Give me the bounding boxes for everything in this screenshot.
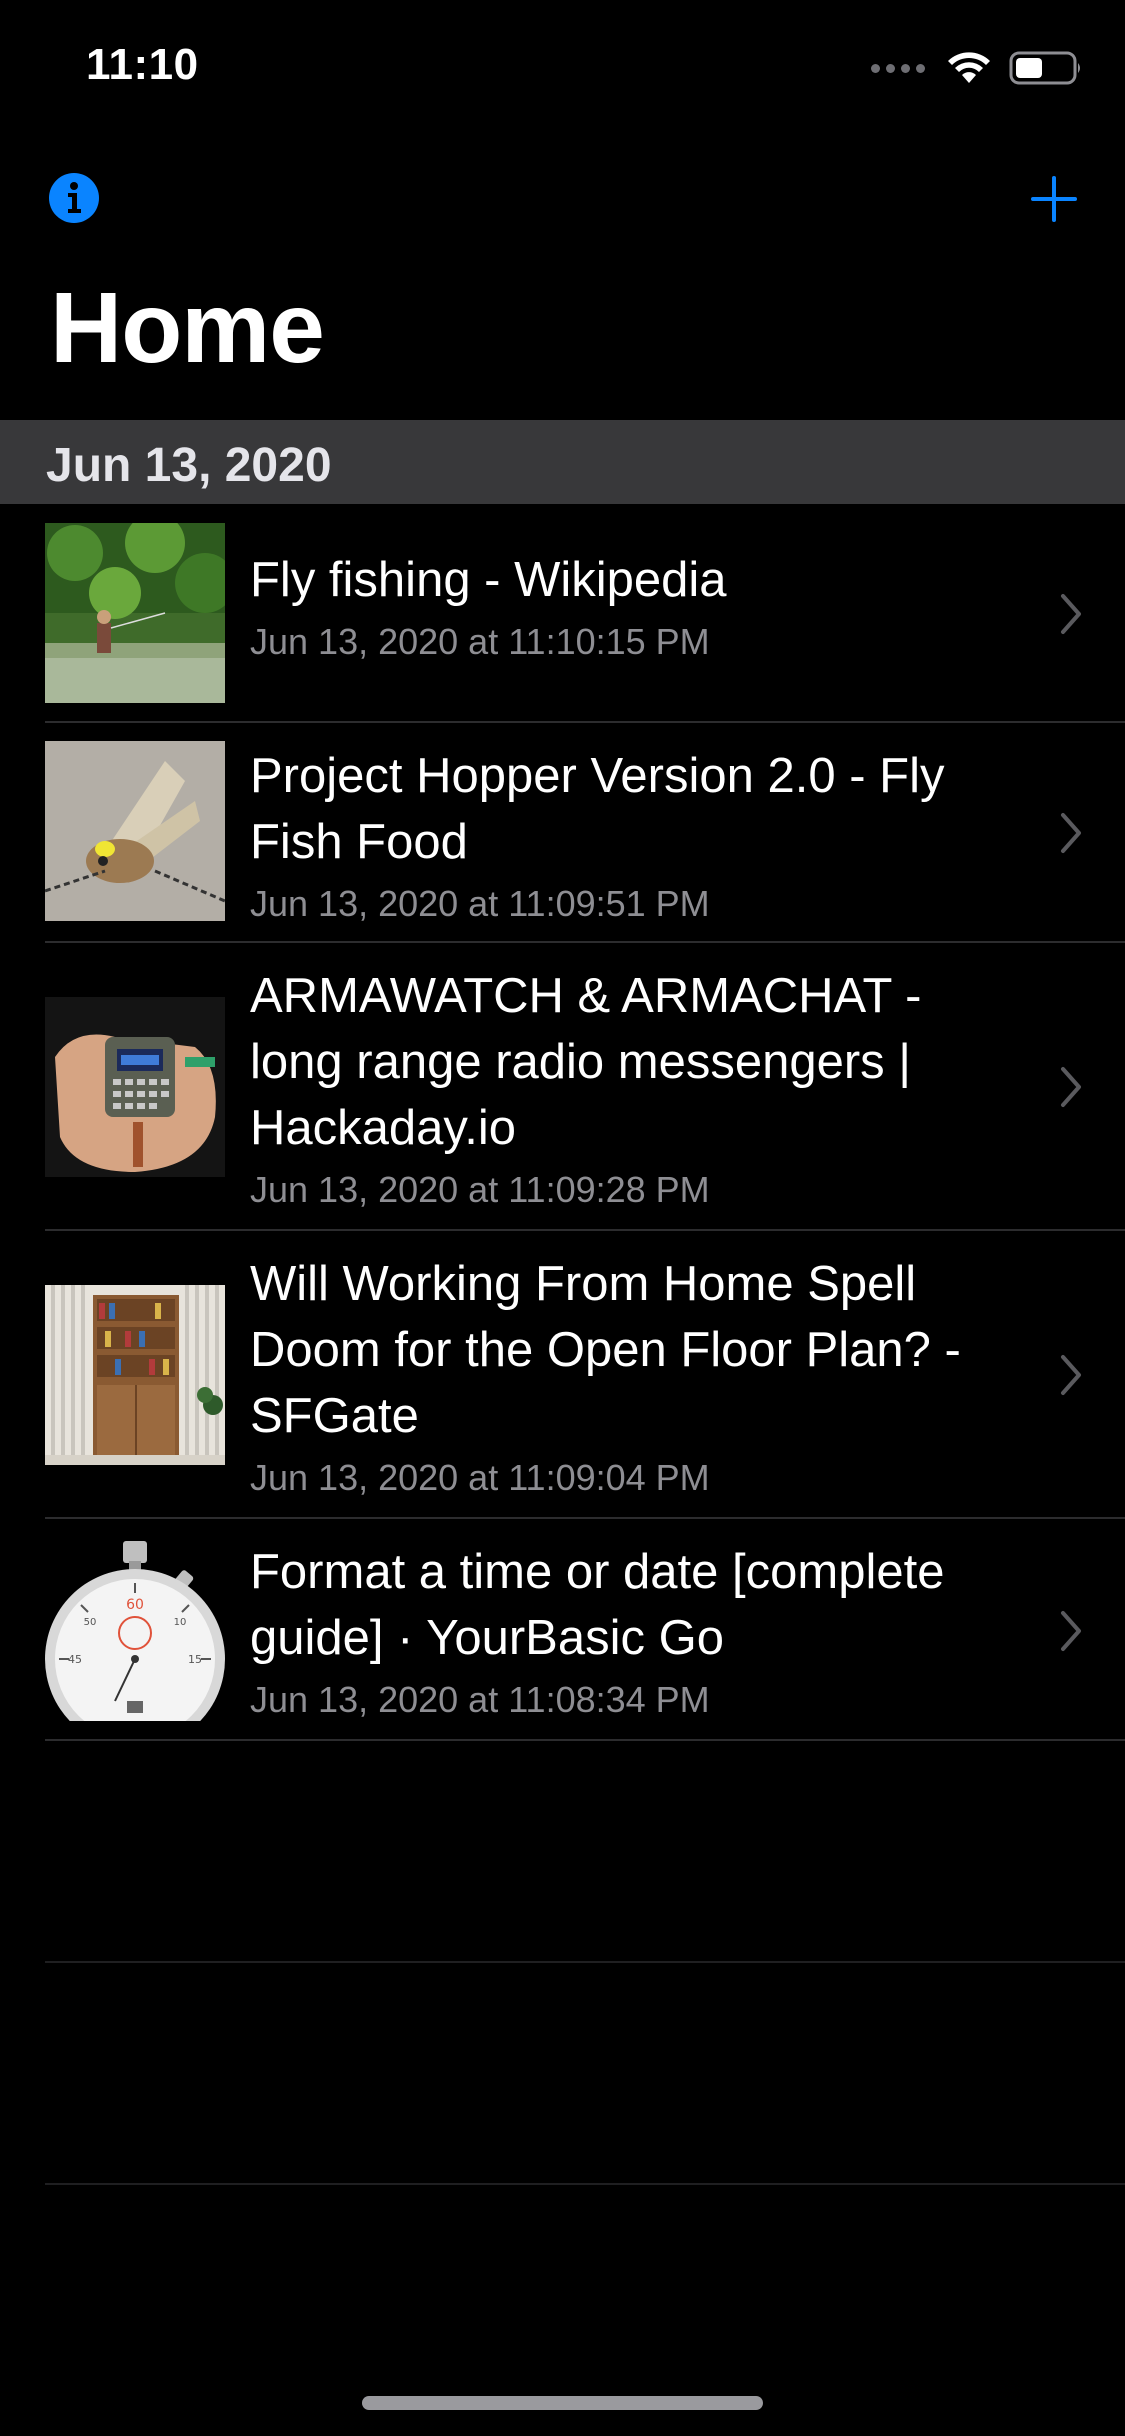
list-item[interactable]: ARMAWATCH & ARMACHAT - long range radio … xyxy=(0,943,1125,1231)
section-header: Jun 13, 2020 xyxy=(0,420,1125,504)
item-date: Jun 13, 2020 at 11:08:34 PM xyxy=(250,1679,710,1720)
screen: 11:10 Home Jun 13, 2020 Fly fishing - Wi… xyxy=(0,0,1125,2436)
svg-text:50: 50 xyxy=(84,1617,97,1628)
thumbnail-image xyxy=(45,741,225,921)
list-item[interactable]: Project Hopper Version 2.0 - Fly Fish Fo… xyxy=(0,723,1125,943)
chevron-right-icon xyxy=(1061,594,1081,634)
chevron-right-icon xyxy=(1061,813,1081,853)
thumbnail-image xyxy=(45,1285,225,1465)
item-title: ARMAWATCH & ARMACHAT - long range radio … xyxy=(250,969,922,1155)
section-header-label: Jun 13, 2020 xyxy=(46,439,332,492)
status-time: 11:10 xyxy=(86,40,199,89)
info-icon[interactable] xyxy=(48,172,100,224)
item-date: Jun 13, 2020 at 11:10:15 PM xyxy=(250,621,710,662)
svg-text:15: 15 xyxy=(188,1653,202,1666)
svg-text:60: 60 xyxy=(126,1597,144,1613)
page-title: Home xyxy=(50,272,325,384)
status-icons xyxy=(871,50,1083,86)
chevron-right-icon xyxy=(1061,1067,1081,1107)
item-title: Will Working From Home Spell Doom for th… xyxy=(250,1257,961,1443)
list-item[interactable]: Fly fishing - Wikipedia Jun 13, 2020 at … xyxy=(0,505,1125,723)
battery-icon xyxy=(1009,51,1080,85)
list-item[interactable]: Will Working From Home Spell Doom for th… xyxy=(0,1231,1125,1519)
item-date: Jun 13, 2020 at 11:09:51 PM xyxy=(250,883,710,924)
cellular-signal-icon xyxy=(871,63,925,73)
chevron-right-icon xyxy=(1061,1355,1081,1395)
home-indicator[interactable] xyxy=(362,2396,763,2410)
add-button[interactable] xyxy=(1027,172,1081,226)
thumbnail-image xyxy=(45,997,225,1177)
divider xyxy=(45,1961,1125,1963)
list-item[interactable]: 60 15 45 10 50 Format a time or date [co… xyxy=(0,1519,1125,1741)
item-title: Format a time or date [complete guide] ·… xyxy=(250,1545,945,1665)
item-title: Fly fishing - Wikipedia xyxy=(250,553,727,607)
wifi-icon xyxy=(948,52,990,83)
thumbnail-image: 60 15 45 10 50 xyxy=(45,1541,225,1721)
svg-text:10: 10 xyxy=(174,1617,187,1628)
divider xyxy=(45,2183,1125,2185)
item-date: Jun 13, 2020 at 11:09:28 PM xyxy=(250,1169,710,1210)
item-date: Jun 13, 2020 at 11:09:04 PM xyxy=(250,1457,710,1498)
item-title: Project Hopper Version 2.0 - Fly Fish Fo… xyxy=(250,749,945,869)
thumbnail-image xyxy=(45,523,225,703)
chevron-right-icon xyxy=(1061,1611,1081,1651)
svg-text:45: 45 xyxy=(68,1653,82,1666)
